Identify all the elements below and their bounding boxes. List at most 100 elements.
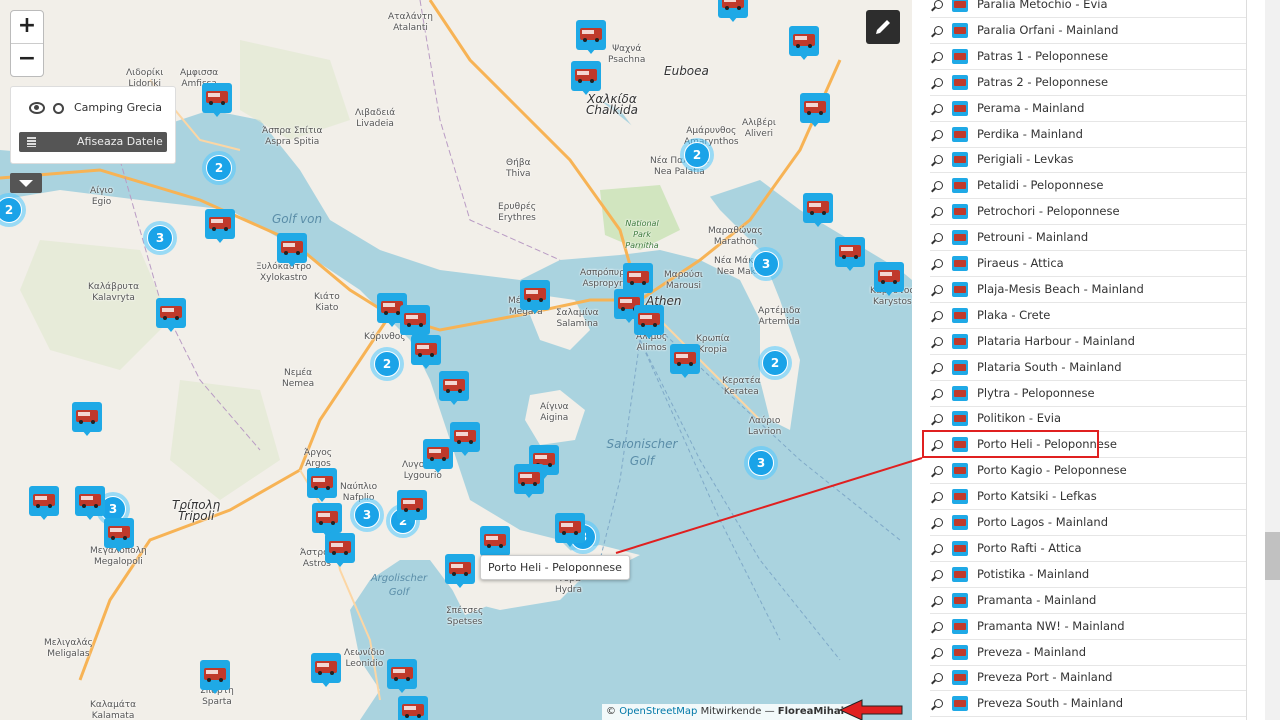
zoom-to-icon[interactable] xyxy=(934,466,943,476)
camping-marker-icon[interactable] xyxy=(400,305,430,339)
list-item[interactable]: Preveza Port - Mainland xyxy=(930,665,1246,692)
camping-marker-icon[interactable] xyxy=(670,344,700,378)
list-item[interactable]: Petrochori - Peloponnese xyxy=(930,199,1246,226)
zoom-to-icon[interactable] xyxy=(934,569,943,579)
zoom-to-icon[interactable] xyxy=(934,0,943,9)
camping-marker-icon[interactable] xyxy=(200,660,230,694)
marker-cluster[interactable]: 3 xyxy=(143,221,177,255)
list-item[interactable]: Patras 1 - Peloponnese xyxy=(930,44,1246,70)
camping-marker-icon[interactable] xyxy=(571,61,601,95)
camping-marker-icon[interactable] xyxy=(445,554,475,588)
zoom-to-icon[interactable] xyxy=(934,414,943,424)
zoom-to-icon[interactable] xyxy=(934,336,943,346)
zoom-to-icon[interactable] xyxy=(934,284,943,294)
zoom-to-icon[interactable] xyxy=(934,673,943,683)
camping-marker-icon[interactable] xyxy=(72,402,102,436)
camping-marker-icon[interactable] xyxy=(387,659,417,693)
camping-marker-icon[interactable] xyxy=(450,422,480,456)
list-item[interactable]: Preveza - Mainland xyxy=(930,640,1246,666)
marker-cluster[interactable]: 2 xyxy=(680,138,714,172)
search-icon[interactable] xyxy=(53,102,64,114)
camping-marker-icon[interactable] xyxy=(311,653,341,687)
show-data-button[interactable]: Afiseaza Datele xyxy=(19,132,167,152)
zoom-to-icon[interactable] xyxy=(934,388,943,398)
list-item[interactable]: Porto Kagio - Peloponnese xyxy=(930,458,1246,485)
list-item[interactable]: Preveza South - Mainland xyxy=(930,691,1246,718)
list-item[interactable]: Petalidi - Peloponnese xyxy=(930,173,1246,200)
zoom-to-icon[interactable] xyxy=(934,155,943,165)
zoom-to-icon[interactable] xyxy=(934,233,943,243)
edit-button[interactable] xyxy=(866,10,900,44)
list-item[interactable]: Pramanta NW! - Mainland xyxy=(930,614,1246,640)
map-view[interactable]: Αταλάντη Atalanti Λιβαδειά Livadeia Άσπρα … xyxy=(0,0,912,720)
zoom-to-icon[interactable] xyxy=(934,51,943,61)
camping-marker-icon[interactable] xyxy=(480,526,510,560)
list-item[interactable]: Perdika - Mainland xyxy=(930,122,1246,148)
list-item[interactable]: Patras 2 - Peloponnese xyxy=(930,70,1246,96)
camping-marker-icon[interactable] xyxy=(312,503,342,537)
zoom-to-icon[interactable] xyxy=(934,25,943,35)
marker-cluster[interactable]: 2 xyxy=(202,151,236,185)
camping-marker-icon[interactable] xyxy=(789,26,819,60)
zoom-to-icon[interactable] xyxy=(934,492,943,502)
zoom-to-icon[interactable] xyxy=(934,543,943,553)
osm-link[interactable]: OpenStreetMap xyxy=(619,706,697,717)
zoom-to-icon[interactable] xyxy=(934,181,943,191)
camping-marker-icon[interactable] xyxy=(800,93,830,127)
list-item[interactable]: Porto Heli - Peloponnese xyxy=(922,430,1246,459)
list-item[interactable]: Porto Rafti - Attica xyxy=(930,536,1246,562)
camping-marker-icon[interactable] xyxy=(555,513,585,547)
camping-marker-icon[interactable] xyxy=(634,305,664,339)
zoom-to-icon[interactable] xyxy=(934,518,943,527)
zoom-to-icon[interactable] xyxy=(934,699,943,709)
zoom-to-icon[interactable] xyxy=(934,362,943,372)
zoom-out-button[interactable]: − xyxy=(11,44,43,76)
list-item[interactable]: Plytra - Peloponnese xyxy=(930,381,1246,407)
marker-cluster[interactable]: 3 xyxy=(744,446,778,480)
chevron-down-icon[interactable] xyxy=(10,173,42,193)
zoom-to-icon[interactable] xyxy=(934,310,943,320)
zoom-to-icon[interactable] xyxy=(934,259,943,268)
list-item[interactable]: Plaka - Crete xyxy=(930,303,1246,329)
list-item[interactable]: Plataria Harbour - Mainland xyxy=(930,329,1246,355)
camping-marker-icon[interactable] xyxy=(874,262,904,296)
camping-marker-icon[interactable] xyxy=(307,468,337,502)
camping-marker-icon[interactable] xyxy=(835,237,865,271)
list-item[interactable]: Porto Lagos - Mainland xyxy=(930,510,1246,536)
list-item[interactable]: Politikon - Evia xyxy=(930,406,1246,433)
camping-marker-icon[interactable] xyxy=(29,486,59,520)
zoom-to-icon[interactable] xyxy=(934,129,943,139)
camping-marker-icon[interactable] xyxy=(514,464,544,498)
zoom-to-icon[interactable] xyxy=(934,77,943,87)
camping-marker-icon[interactable] xyxy=(576,20,606,54)
list-item[interactable]: Perigiali - Levkas xyxy=(930,147,1246,174)
zoom-to-icon[interactable] xyxy=(934,595,943,605)
camping-marker-icon[interactable] xyxy=(411,335,441,369)
scrollbar-thumb[interactable] xyxy=(1265,532,1280,580)
camping-marker-icon[interactable] xyxy=(803,193,833,227)
marker-cluster[interactable]: 2 xyxy=(370,347,404,381)
marker-cluster[interactable]: 3 xyxy=(350,498,384,532)
camping-marker-icon[interactable] xyxy=(398,696,428,720)
zoom-to-icon[interactable] xyxy=(934,647,943,657)
list-item[interactable]: Plataria South - Mainland xyxy=(930,355,1246,381)
list-item[interactable]: Piraeus - Attica xyxy=(930,251,1246,277)
list-item[interactable]: Perama - Mainland xyxy=(930,96,1246,122)
zoom-to-icon[interactable] xyxy=(934,103,943,113)
list-item[interactable]: Petrouni - Mainland xyxy=(930,225,1246,252)
scrollbar[interactable] xyxy=(1265,0,1280,720)
layer-row[interactable]: Camping Grecia xyxy=(29,101,162,114)
zoom-to-icon[interactable] xyxy=(934,621,943,631)
camping-marker-icon[interactable] xyxy=(75,486,105,520)
list-item[interactable]: Potistika - Mainland xyxy=(930,562,1246,588)
camping-marker-icon[interactable] xyxy=(104,518,134,552)
camping-marker-icon[interactable] xyxy=(520,280,550,314)
camping-marker-icon[interactable] xyxy=(397,490,427,524)
list-item[interactable]: Paralia Metochio - Evia xyxy=(930,0,1246,18)
list-item[interactable]: Plaja-Mesis Beach - Mainland xyxy=(930,277,1246,303)
list-item[interactable]: Porto Katsiki - Lefkas xyxy=(930,484,1246,511)
zoom-in-button[interactable]: + xyxy=(11,11,43,44)
camping-marker-icon[interactable] xyxy=(205,209,235,243)
camping-marker-icon[interactable] xyxy=(325,533,355,567)
marker-cluster[interactable]: 2 xyxy=(758,346,792,380)
